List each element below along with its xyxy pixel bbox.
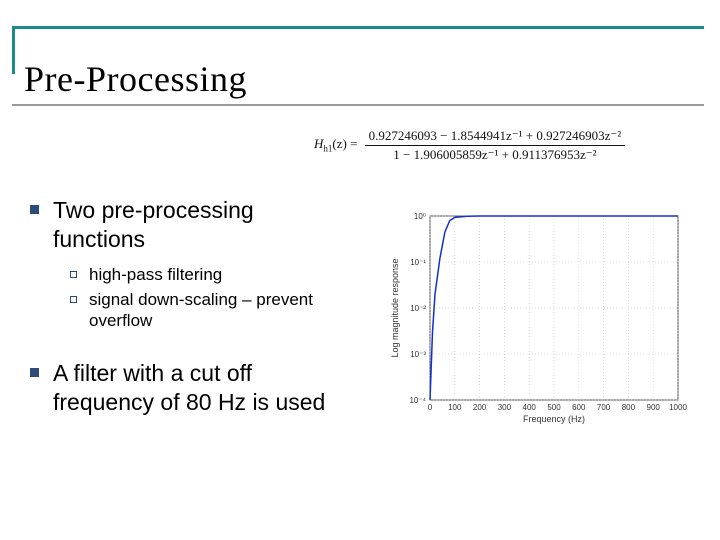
- slide-title: Pre-Processing: [24, 58, 247, 100]
- bullet-level2: signal down‑scaling – prevent overflow: [70, 289, 350, 332]
- svg-text:10⁻¹: 10⁻¹: [410, 258, 426, 267]
- svg-text:500: 500: [547, 403, 561, 412]
- svg-text:100: 100: [448, 403, 462, 412]
- svg-text:400: 400: [523, 403, 537, 412]
- plot-ylabel: Log magnitude response: [390, 258, 400, 357]
- title-underline: [12, 104, 704, 106]
- sub-bullet-text: signal down‑scaling – prevent overflow: [89, 289, 350, 332]
- svg-text:700: 700: [597, 403, 611, 412]
- formula-numerator: 0.927246093 − 1.8544941z⁻¹ + 0.927246903…: [365, 128, 625, 146]
- svg-text:200: 200: [473, 403, 487, 412]
- bullet-level1: Two pre‑processing functions: [30, 196, 350, 254]
- bullet-hollow-square-icon: [70, 271, 77, 278]
- svg-text:10⁰: 10⁰: [414, 212, 426, 221]
- bullet-hollow-square-icon: [70, 296, 77, 303]
- decorative-rule-top: [12, 26, 704, 29]
- svg-text:300: 300: [498, 403, 512, 412]
- svg-text:900: 900: [647, 403, 661, 412]
- plot-yticks: 10⁻⁴ 10⁻³ 10⁻² 10⁻¹ 10⁰: [409, 212, 426, 405]
- plot-xlabel: Frequency (Hz): [523, 414, 585, 424]
- transfer-function-formula: Hh1(z) = 0.927246093 − 1.8544941z⁻¹ + 0.…: [314, 128, 625, 163]
- formula-symbol: H: [314, 136, 323, 151]
- bullet-level1: A filter with a cut off frequency of 80 …: [30, 359, 350, 417]
- formula-arg: (z) =: [332, 136, 357, 151]
- decorative-rule-left: [12, 26, 15, 74]
- sub-bullet-text: high‑pass filtering: [89, 264, 222, 285]
- svg-text:10⁻⁴: 10⁻⁴: [409, 396, 426, 405]
- svg-text:800: 800: [622, 403, 636, 412]
- svg-text:10⁻²: 10⁻²: [410, 304, 426, 313]
- sub-bullets: high‑pass filtering signal down‑scaling …: [70, 264, 350, 332]
- bullet-level2: high‑pass filtering: [70, 264, 350, 285]
- bullet-square-icon: [30, 205, 39, 214]
- plot-xticks: 0 100 200 300 400 500 600 700 800 900 1000: [428, 403, 688, 412]
- svg-text:10⁻³: 10⁻³: [410, 350, 426, 359]
- formula-denominator: 1 − 1.906005859z⁻¹ + 0.911376953z⁻²: [365, 146, 625, 163]
- svg-text:0: 0: [428, 403, 433, 412]
- frequency-response-plot: 01002003004005006007008009001000 10⁻⁴10⁻…: [388, 208, 688, 432]
- svg-text:1000: 1000: [669, 403, 687, 412]
- plot-grid: [430, 216, 678, 400]
- bullet-text: A filter with a cut off frequency of 80 …: [53, 359, 350, 417]
- bullet-text: Two pre‑processing functions: [53, 196, 350, 254]
- bullet-square-icon: [30, 368, 39, 377]
- svg-text:600: 600: [572, 403, 586, 412]
- bullet-content: Two pre‑processing functions high‑pass f…: [30, 196, 350, 427]
